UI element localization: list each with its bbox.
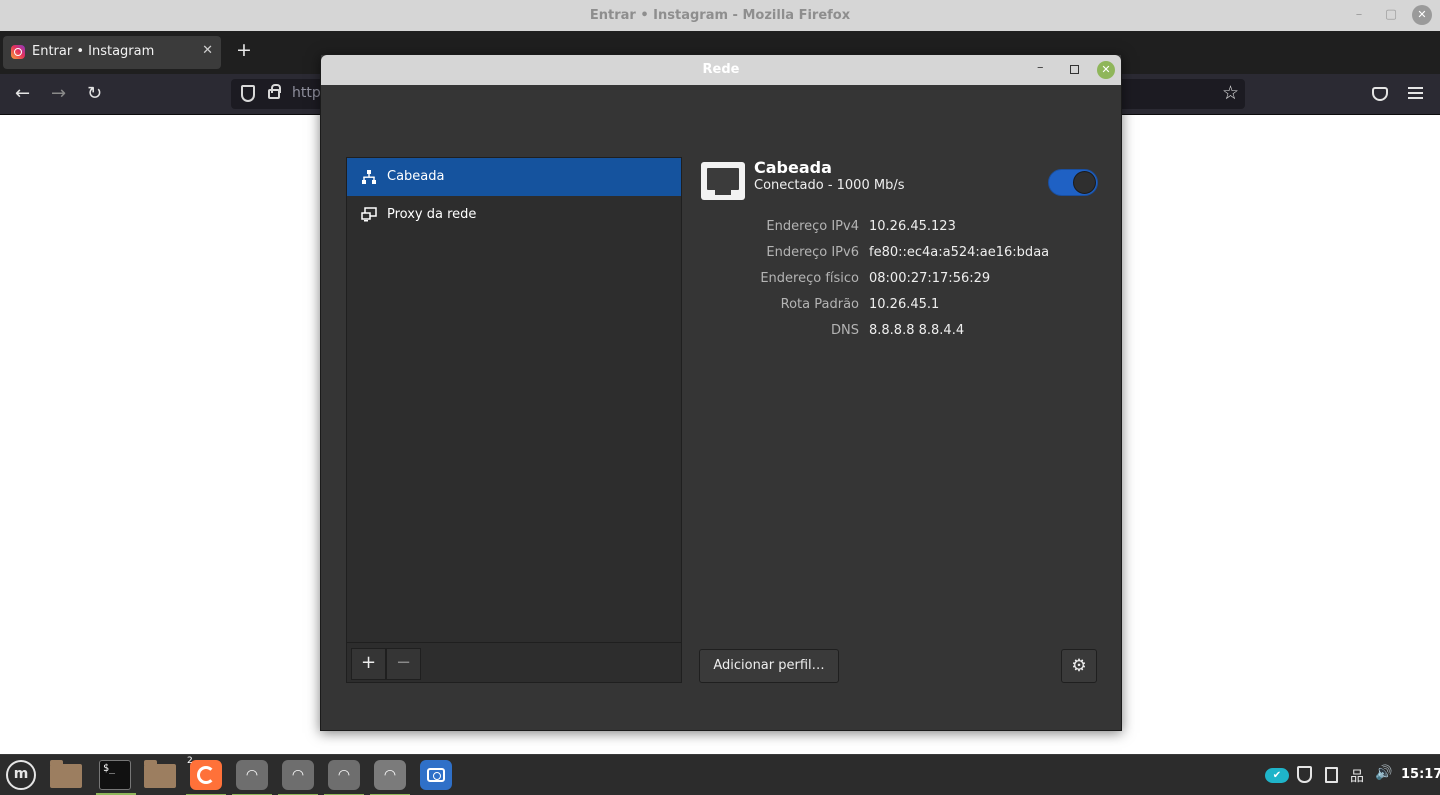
firefox-close-button[interactable]: ✕ bbox=[1412, 5, 1432, 25]
network-sidebar: Cabeada Proxy da rede + − bbox=[346, 157, 682, 683]
add-connection-button[interactable]: + bbox=[351, 648, 386, 680]
gear-icon[interactable]: ⚙ bbox=[1061, 649, 1097, 683]
network-maximize-button[interactable] bbox=[1070, 65, 1079, 74]
firefox-maximize-button[interactable]: ▢ bbox=[1382, 6, 1400, 24]
wifi-app-icon[interactable]: ◠ bbox=[324, 760, 364, 795]
firefox-minimize-button[interactable]: – bbox=[1350, 6, 1368, 24]
info-key: Endereço IPv6 bbox=[766, 245, 859, 260]
connection-toggle[interactable] bbox=[1048, 169, 1098, 196]
cloud-sync-icon[interactable]: ✔ bbox=[1265, 768, 1289, 783]
terminal-icon[interactable]: $_ bbox=[96, 760, 136, 795]
info-value: 8.8.8.8 8.8.4.4 bbox=[869, 323, 965, 338]
new-tab-button[interactable]: + bbox=[236, 41, 252, 60]
sidebar-item-label: Proxy da rede bbox=[387, 207, 477, 222]
sidebar-item-proxy[interactable]: Proxy da rede bbox=[347, 196, 681, 234]
firefox-window-title: Entrar • Instagram - Mozilla Firefox bbox=[589, 8, 851, 23]
clock[interactable]: 15:17 bbox=[1401, 767, 1440, 782]
wifi-app-icon[interactable]: ◠ bbox=[370, 760, 410, 795]
add-profile-button[interactable]: Adicionar perfil… bbox=[699, 649, 839, 683]
wifi-app-icon[interactable]: ◠ bbox=[278, 760, 318, 795]
info-key: Rota Padrão bbox=[780, 297, 859, 312]
network-tray-icon[interactable]: 品 bbox=[1350, 766, 1364, 786]
volume-icon[interactable]: 🔊 bbox=[1375, 765, 1392, 781]
wifi-app-icon[interactable]: ◠ bbox=[232, 760, 272, 795]
tab-close-icon[interactable]: ✕ bbox=[202, 43, 213, 58]
info-value: 10.26.45.1 bbox=[869, 297, 940, 312]
firefox-app-icon[interactable]: 2 bbox=[186, 756, 226, 795]
info-key: DNS bbox=[831, 323, 859, 338]
sidebar-item-label: Cabeada bbox=[387, 169, 445, 184]
connection-status: Conectado - 1000 Mb/s bbox=[754, 178, 905, 193]
lock-icon[interactable] bbox=[268, 84, 281, 99]
toggle-knob[interactable] bbox=[1073, 171, 1096, 194]
info-row-ipv4: Endereço IPv4 10.26.45.123 bbox=[699, 219, 1099, 239]
url-text[interactable]: http bbox=[292, 85, 321, 101]
back-button[interactable]: ← bbox=[15, 84, 30, 104]
info-row-ipv6: Endereço IPv6 fe80::ec4a:a524:ae16:bdaa bbox=[699, 245, 1099, 265]
proxy-icon bbox=[361, 207, 377, 222]
network-window-title: Rede bbox=[702, 62, 740, 77]
tracking-shield-icon[interactable] bbox=[241, 85, 255, 102]
taskbar: m $_ 2 ◠ ◠ ◠ ◠ bbox=[0, 754, 1440, 795]
wired-network-icon bbox=[362, 170, 376, 184]
network-titlebar: Rede – ✕ bbox=[321, 55, 1121, 85]
connection-detail-panel: Cabeada Conectado - 1000 Mb/s Endereço I… bbox=[699, 157, 1099, 687]
files-app-icon[interactable] bbox=[144, 760, 176, 788]
network-close-button[interactable]: ✕ bbox=[1097, 61, 1115, 79]
screenshot-app-icon[interactable] bbox=[420, 760, 452, 790]
remove-connection-button[interactable]: − bbox=[386, 648, 421, 680]
connection-name: Cabeada bbox=[754, 158, 832, 177]
network-settings-window: Rede – ✕ Cabeada Proxy da rede + − Cabea… bbox=[320, 54, 1122, 731]
info-value: fe80::ec4a:a524:ae16:bdaa bbox=[869, 245, 1050, 260]
forward-button[interactable]: → bbox=[51, 84, 66, 104]
files-folder-icon[interactable] bbox=[50, 760, 82, 788]
document-icon[interactable] bbox=[1325, 767, 1338, 783]
tab-title: Entrar • Instagram bbox=[32, 44, 155, 59]
network-minimize-button[interactable]: – bbox=[1037, 60, 1044, 75]
info-row-dns: DNS 8.8.8.8 8.8.4.4 bbox=[699, 323, 1099, 343]
hamburger-menu-icon[interactable] bbox=[1408, 87, 1423, 99]
instagram-icon bbox=[11, 45, 25, 59]
ethernet-icon bbox=[701, 162, 745, 200]
info-key: Endereço físico bbox=[760, 271, 859, 286]
firefox-window-count-badge: 2 bbox=[187, 756, 193, 766]
info-row-mac: Endereço físico 08:00:27:17:56:29 bbox=[699, 271, 1099, 291]
mint-menu-icon[interactable]: m bbox=[6, 760, 36, 790]
sidebar-item-wired[interactable]: Cabeada bbox=[347, 158, 681, 196]
firefox-logo-icon bbox=[197, 766, 215, 784]
info-key: Endereço IPv4 bbox=[766, 219, 859, 234]
firefox-titlebar: Entrar • Instagram - Mozilla Firefox – ▢… bbox=[0, 0, 1440, 31]
info-value: 10.26.45.123 bbox=[869, 219, 956, 234]
shield-icon[interactable] bbox=[1297, 766, 1312, 783]
info-value: 08:00:27:17:56:29 bbox=[869, 271, 991, 286]
info-row-gateway: Rota Padrão 10.26.45.1 bbox=[699, 297, 1099, 317]
sidebar-footer: + − bbox=[347, 642, 681, 682]
tab-instagram[interactable]: Entrar • Instagram ✕ bbox=[3, 36, 221, 69]
camera-icon bbox=[427, 768, 445, 782]
bookmark-star-icon[interactable]: ☆ bbox=[1222, 82, 1239, 104]
reload-button[interactable]: ↻ bbox=[87, 84, 102, 104]
